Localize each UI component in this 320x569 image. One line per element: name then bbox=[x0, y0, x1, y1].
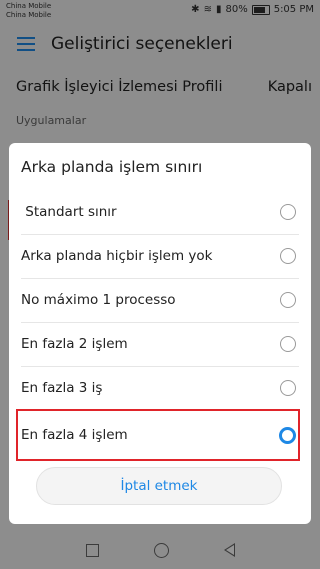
option-max-2[interactable]: En fazla 2 işlem bbox=[21, 322, 299, 367]
cancel-button[interactable]: İptal etmek bbox=[36, 467, 282, 505]
option-max-4[interactable]: En fazla 4 işlem bbox=[21, 413, 299, 457]
option-label: En fazla 3 iş bbox=[21, 380, 103, 396]
radio-unselected-icon[interactable] bbox=[280, 336, 296, 352]
option-max-3[interactable]: En fazla 3 iş bbox=[21, 366, 299, 411]
radio-unselected-icon[interactable] bbox=[280, 248, 296, 264]
option-label: No máximo 1 processo bbox=[21, 292, 176, 308]
option-standard-limit[interactable]: Standart sınır bbox=[21, 190, 299, 235]
radio-unselected-icon[interactable] bbox=[280, 292, 296, 308]
radio-selected-icon[interactable] bbox=[279, 426, 296, 444]
option-label: Arka planda hiçbir işlem yok bbox=[21, 248, 213, 264]
radio-unselected-icon[interactable] bbox=[280, 204, 296, 220]
background-process-limit-dialog: Arka planda işlem sınırı Standart sınır … bbox=[9, 143, 311, 524]
radio-unselected-icon[interactable] bbox=[280, 380, 296, 396]
option-no-background[interactable]: Arka planda hiçbir işlem yok bbox=[21, 234, 299, 279]
option-max-1[interactable]: No máximo 1 processo bbox=[21, 278, 299, 323]
dialog-title: Arka planda işlem sınırı bbox=[21, 158, 203, 176]
option-label: En fazla 4 işlem bbox=[21, 427, 128, 443]
option-label: Standart sınır bbox=[21, 204, 117, 220]
option-label: En fazla 2 işlem bbox=[21, 336, 128, 352]
